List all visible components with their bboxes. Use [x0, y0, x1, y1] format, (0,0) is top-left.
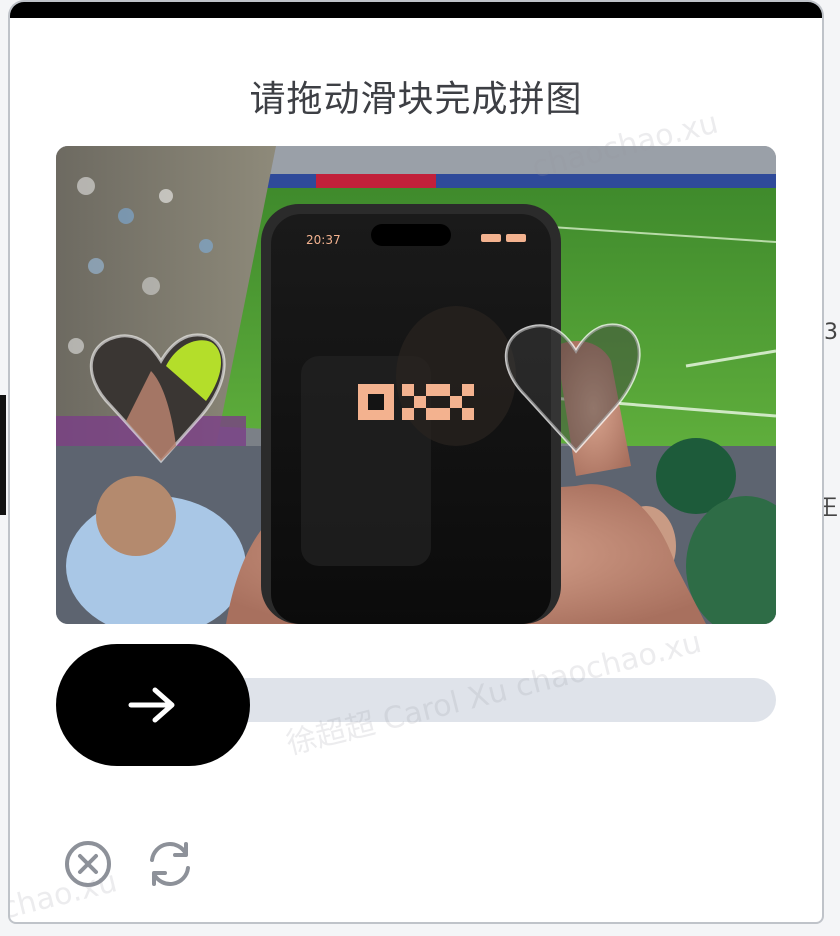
captcha-dialog: 请拖动滑块完成拼图 20:37 chaochao.xu chao.xu [10, 2, 822, 922]
background-left-bar [0, 395, 6, 515]
arrow-right-icon [128, 687, 175, 723]
puzzle-image: 20:37 [56, 146, 776, 624]
refresh-button[interactable] [142, 836, 198, 892]
refresh-icon [150, 842, 190, 886]
phone-time: 20:37 [306, 233, 341, 247]
dialog-title: 请拖动滑块完成拼图 [249, 79, 583, 120]
background-edge-text: 3 [824, 320, 838, 345]
close-circle-icon [65, 841, 111, 887]
close-button[interactable] [60, 836, 116, 892]
screen: 3 王 请拖动滑块完成拼图 20:37 chaochao.xu chao.xu [0, 0, 840, 936]
slider-handle[interactable] [56, 644, 250, 766]
stadium-photo: 20:37 [56, 146, 776, 624]
